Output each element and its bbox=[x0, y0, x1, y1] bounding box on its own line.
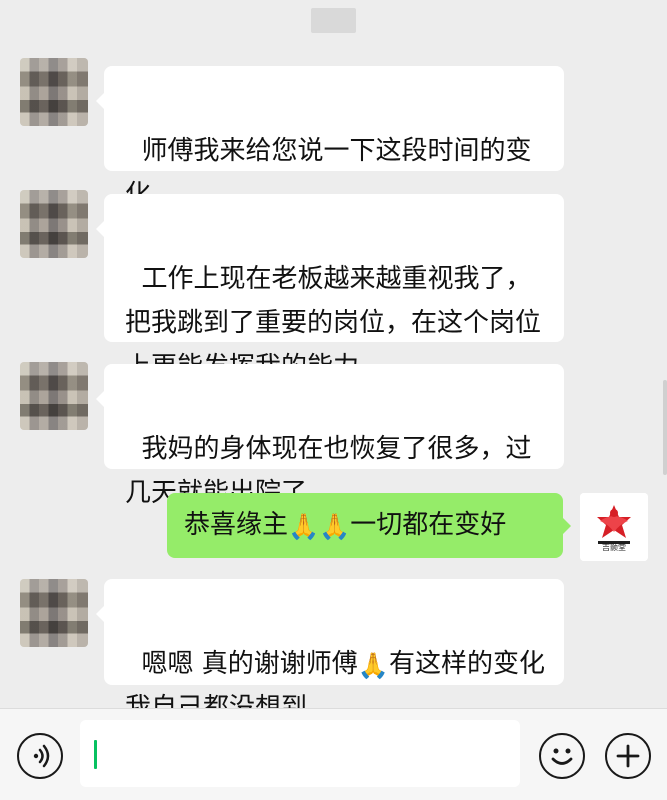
emoji-icon bbox=[551, 748, 573, 765]
message-bubble[interactable]: 嗯嗯 真的谢谢师傅🙏有这样的变化我自己都没想到 bbox=[96, 579, 564, 723]
logo-text: 吉颢堂 bbox=[602, 543, 626, 552]
message-text-suffix: 一切都在变好 bbox=[350, 510, 507, 540]
contact-avatar[interactable] bbox=[20, 190, 88, 258]
message-bubble[interactable]: 我妈的身体现在也恢复了很多，过几天就能出院了 bbox=[96, 364, 564, 508]
self-avatar[interactable]: 吉颢堂 bbox=[580, 493, 648, 561]
praying-hands-icon: 🙏🙏 bbox=[288, 512, 351, 541]
message-text-prefix: 恭喜缘主 bbox=[184, 510, 289, 540]
voice-button[interactable] bbox=[17, 733, 63, 779]
message-input[interactable] bbox=[80, 720, 520, 787]
text-cursor bbox=[94, 740, 97, 769]
message-bubble[interactable]: 师傅我来给您说一下这段时间的变化 bbox=[96, 66, 564, 210]
contact-avatar[interactable] bbox=[20, 362, 88, 430]
emoji-button[interactable] bbox=[539, 733, 585, 779]
voice-icon bbox=[33, 744, 50, 768]
praying-hands-icon: 🙏 bbox=[357, 651, 389, 680]
message-text-prefix: 嗯嗯 真的谢谢师傅 bbox=[141, 649, 358, 679]
plus-icon bbox=[616, 744, 640, 768]
message-bubble[interactable]: 工作上现在老板越来越重视我了，把我跳到了重要的岗位，在这个岗位上更能发挥我的能力 bbox=[96, 194, 564, 382]
sent-message-bubble[interactable]: 恭喜缘主🙏🙏一切都在变好 bbox=[167, 493, 571, 558]
contact-avatar[interactable] bbox=[20, 58, 88, 126]
contact-avatar[interactable] bbox=[20, 579, 88, 647]
scroll-indicator[interactable] bbox=[663, 380, 667, 475]
plus-button[interactable] bbox=[605, 733, 651, 779]
blurred-timestamp bbox=[311, 8, 356, 33]
